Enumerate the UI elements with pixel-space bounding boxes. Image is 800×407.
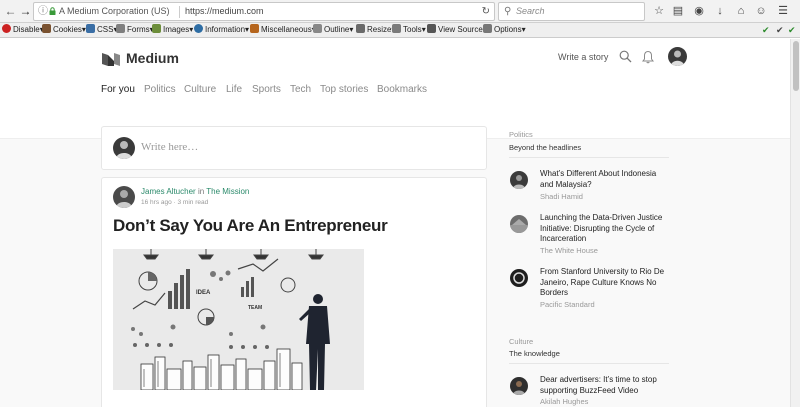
tab-sports[interactable]: Sports (252, 84, 281, 95)
outline-icon (313, 24, 322, 33)
css-icon (86, 24, 95, 33)
story-title[interactable]: What’s Different About Indonesia and Mal… (540, 169, 670, 190)
story-source[interactable]: Akilah Hughes (540, 397, 588, 406)
devbar-item-css[interactable]: CSS▾ (86, 23, 117, 37)
css-check-icon[interactable]: ✔ (776, 23, 784, 37)
validation-check-icon[interactable]: ✔ (762, 23, 770, 37)
devbar-item-images[interactable]: Images▾ (152, 23, 193, 37)
idea-label: IDEA (196, 290, 211, 296)
devbar-item-outline[interactable]: Outline▾ (313, 23, 353, 37)
story-title[interactable]: Dear advertisers: It’s time to stop supp… (540, 375, 670, 396)
menu-icon[interactable]: ☰ (776, 4, 790, 19)
story-source[interactable]: The White House (540, 246, 598, 255)
devbar-item-view-source[interactable]: View Source▾ (427, 23, 487, 37)
story-composer[interactable]: Write here… (101, 126, 487, 170)
post-image[interactable]: IDEA TEAM (113, 249, 364, 390)
team-label: TEAM (248, 305, 262, 311)
reading-list-icon[interactable]: ▤ (671, 4, 685, 19)
post-title[interactable]: Don’t Say You Are An Entrepreneur (113, 216, 388, 236)
user-avatar[interactable] (668, 47, 687, 66)
url-bar[interactable]: ⓘ A Medium Corporation (US) https://medi… (33, 2, 495, 21)
tab-life[interactable]: Life (226, 84, 242, 95)
bookmark-star-icon[interactable]: ☆ (652, 4, 666, 19)
devbar-item-resize[interactable]: Resize▾ (356, 23, 395, 37)
medium-logo-icon[interactable] (101, 51, 121, 67)
info-icon[interactable]: ⓘ (38, 3, 48, 20)
tab-politics[interactable]: Politics (144, 84, 176, 95)
sidebar-headline-culture[interactable]: The knowledge (509, 349, 560, 358)
reload-icon[interactable]: ↻ (482, 3, 490, 20)
story-thumbnail (510, 269, 528, 287)
site-identity[interactable]: A Medium Corporation (US) (59, 3, 170, 20)
devbar-item-information[interactable]: Information▾ (194, 23, 249, 37)
pocket-icon[interactable]: ◉ (692, 4, 706, 19)
publication-name[interactable]: The Mission (206, 187, 249, 196)
tab-top-stories[interactable]: Top stories (320, 84, 368, 95)
bell-icon[interactable] (642, 50, 654, 64)
author-line: James Altucher in The Mission (141, 187, 249, 196)
search-icon: ⚲ (504, 6, 512, 17)
browser-toolbar: ← → ⓘ A Medium Corporation (US) https://… (0, 0, 800, 23)
author-name[interactable]: James Altucher (141, 187, 196, 196)
images-icon (152, 24, 161, 33)
medium-header: Medium Write a story For you Politics Cu… (0, 39, 790, 139)
post-age: 16 hrs ago (141, 199, 172, 206)
tab-for-you[interactable]: For you (101, 84, 135, 95)
post-meta: 16 hrs ago · 3 min read (141, 199, 209, 206)
sidebar-divider (509, 157, 669, 158)
story-title[interactable]: From Stanford University to Rio De Janei… (540, 267, 670, 299)
downloads-icon[interactable]: ↓ (713, 4, 727, 19)
disable-icon (2, 24, 11, 33)
story-thumbnail (510, 377, 528, 395)
composer-avatar (113, 137, 135, 159)
smiley-icon[interactable]: ☺ (754, 4, 768, 19)
story-source[interactable]: Pacific Standard (540, 300, 595, 309)
browser-search-input[interactable]: ⚲ Search (498, 2, 645, 21)
forward-icon[interactable]: → (17, 3, 34, 20)
page-scrollbar[interactable] (790, 39, 800, 407)
js-check-icon[interactable]: ✔ (788, 23, 796, 37)
sidebar-divider (509, 363, 669, 364)
search-icon[interactable] (619, 50, 632, 63)
story-title[interactable]: Launching the Data-Driven Justice Initia… (540, 213, 670, 245)
scrollbar-thumb[interactable] (793, 41, 799, 91)
sidebar-category-culture[interactable]: Culture (509, 337, 533, 346)
information-icon (194, 24, 203, 33)
story-source[interactable]: Shadi Hamid (540, 192, 583, 201)
brand-name[interactable]: Medium (126, 50, 179, 66)
cookies-icon (42, 24, 51, 33)
options-icon (483, 24, 492, 33)
miscellaneous-icon (250, 24, 259, 33)
composer-placeholder[interactable]: Write here… (141, 141, 198, 153)
web-developer-toolbar: Disable▾ Cookies▾ CSS▾ Forms▾ Images▾ In… (0, 23, 800, 38)
in-word: in (197, 187, 205, 196)
devbar-item-disable[interactable]: Disable▾ (2, 23, 44, 37)
lock-icon (49, 7, 56, 15)
author-avatar[interactable] (113, 186, 135, 208)
devbar-item-cookies[interactable]: Cookies▾ (42, 23, 86, 37)
sidebar-headline-politics[interactable]: Beyond the headlines (509, 143, 581, 152)
home-icon[interactable]: ⌂ (734, 4, 748, 19)
tab-tech[interactable]: Tech (290, 84, 311, 95)
forms-icon (116, 24, 125, 33)
medium-page: Medium Write a story For you Politics Cu… (0, 39, 790, 407)
devbar-item-tools[interactable]: Tools▾ (392, 23, 426, 37)
post-card[interactable]: James Altucher in The Mission 16 hrs ago… (101, 177, 487, 407)
view-source-icon (427, 24, 436, 33)
read-time: 3 min read (177, 199, 209, 206)
tab-culture[interactable]: Culture (184, 84, 216, 95)
search-placeholder: Search (516, 6, 545, 16)
url-separator (179, 6, 180, 18)
tab-bookmarks[interactable]: Bookmarks (377, 84, 427, 95)
resize-icon (356, 24, 365, 33)
story-thumbnail (510, 171, 528, 189)
sidebar-category-politics[interactable]: Politics (509, 130, 533, 139)
url-text[interactable]: https://medium.com (185, 3, 264, 20)
tools-icon (392, 24, 401, 33)
devbar-item-options[interactable]: Options▾ (483, 23, 526, 37)
devbar-item-forms[interactable]: Forms▾ (116, 23, 154, 37)
write-story-link[interactable]: Write a story (558, 52, 608, 62)
story-thumbnail (510, 215, 528, 233)
devbar-item-miscellaneous[interactable]: Miscellaneous▾ (250, 23, 316, 37)
